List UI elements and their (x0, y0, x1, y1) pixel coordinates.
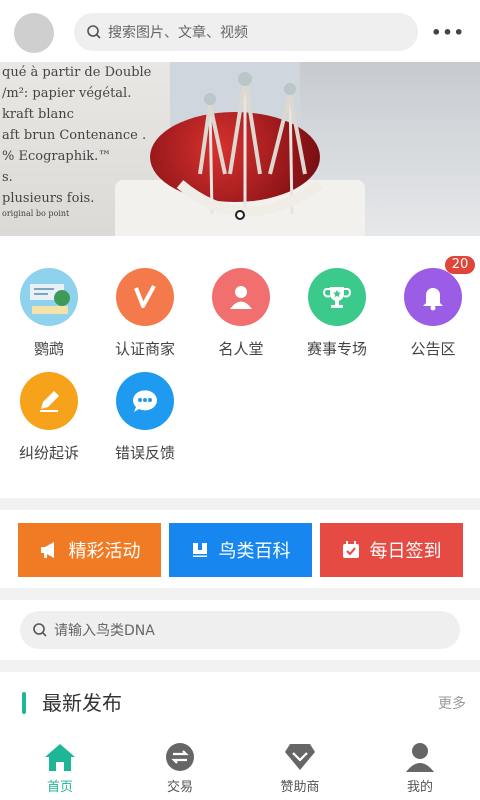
chat-bubble-icon (116, 372, 174, 430)
search-icon (33, 623, 47, 637)
pencil-icon (20, 372, 78, 430)
dna-search-placeholder: 请输入鸟类DNA (54, 623, 155, 639)
grid-item-verified-merchant[interactable]: 认证商家 (97, 268, 193, 368)
nav-label: 首页 (46, 780, 73, 795)
person-icon (212, 268, 270, 326)
grid-item-label: 名人堂 (218, 340, 264, 358)
nav-item-mine[interactable]: 我的 (360, 734, 480, 800)
avatar[interactable] (14, 13, 54, 53)
nav-item-home[interactable]: 首页 (0, 734, 120, 800)
megaphone-icon (40, 542, 54, 558)
search-bar[interactable]: 搜索图片、文章、视频 (74, 13, 418, 51)
nav-item-trade[interactable]: 交易 (120, 734, 240, 800)
grid-item-label: 错误反馈 (114, 444, 175, 462)
category-grid: 鹦鹉 认证商家 名人堂 赛事专场 公告区 纠纷起诉 错误反馈 (0, 236, 480, 498)
section-accent-bar (22, 692, 26, 714)
carousel-indicator-dot[interactable] (235, 210, 245, 220)
nav-label: 我的 (406, 780, 433, 795)
section-title: 最新发布 (42, 691, 122, 715)
user-icon (406, 743, 434, 772)
grid-item-label: 公告区 (410, 340, 456, 358)
dna-search-input[interactable]: 请输入鸟类DNA (20, 611, 460, 649)
book-icon (192, 543, 207, 557)
parrot-photo-icon (20, 268, 78, 326)
bird-encyclopedia-label: 鸟类百科 (218, 541, 291, 562)
grid-item-feedback[interactable]: 错误反馈 (97, 372, 193, 472)
exchange-icon (166, 743, 194, 771)
grid-item-announcements[interactable]: 公告区 (385, 268, 480, 368)
activities-label: 精彩活动 (68, 541, 141, 562)
diamond-icon (285, 744, 315, 770)
grid-item-events[interactable]: 赛事专场 (289, 268, 385, 368)
daily-checkin-label: 每日签到 (369, 541, 442, 562)
top-header: 搜索图片、文章、视频 ••• (0, 0, 480, 62)
dna-search-section: 请输入鸟类DNA (0, 600, 480, 660)
search-placeholder: 搜索图片、文章、视频 (108, 25, 248, 41)
bell-icon (404, 268, 462, 326)
verified-v-icon (116, 268, 174, 326)
latest-section-header: 最新发布 更多 (0, 672, 480, 734)
daily-checkin-button[interactable]: 每日签到 (320, 523, 463, 577)
grid-item-label: 赛事专场 (306, 340, 367, 358)
trophy-icon (308, 268, 366, 326)
nav-item-sponsors[interactable]: 赞助商 (240, 734, 360, 800)
notice-count-badge: 20 (445, 256, 475, 274)
activities-button[interactable]: 精彩活动 (18, 523, 161, 577)
banner-carousel[interactable]: qué à partir de Double /m²: papier végét… (0, 62, 480, 236)
more-menu-icon[interactable]: ••• (431, 22, 464, 42)
grid-item-disputes[interactable]: 纠纷起诉 (1, 372, 97, 472)
grid-item-parrot[interactable]: 鹦鹉 (1, 268, 97, 368)
bird-encyclopedia-button[interactable]: 鸟类百科 (169, 523, 312, 577)
grid-item-label: 鹦鹉 (33, 340, 64, 358)
nav-label: 交易 (166, 780, 193, 795)
more-link[interactable]: 更多 (438, 693, 466, 713)
home-icon (45, 744, 75, 771)
bottom-nav: 首页 交易 赞助商 我的 (0, 734, 480, 800)
action-buttons-row: 精彩活动 鸟类百科 每日签到 (0, 510, 480, 588)
banner-crown (176, 72, 323, 217)
grid-item-label: 纠纷起诉 (18, 444, 79, 462)
nav-label: 赞助商 (280, 780, 320, 795)
calendar-check-icon (342, 541, 359, 558)
search-icon (87, 25, 101, 39)
grid-item-hall-of-fame[interactable]: 名人堂 (193, 268, 289, 368)
grid-item-label: 认证商家 (114, 340, 175, 358)
